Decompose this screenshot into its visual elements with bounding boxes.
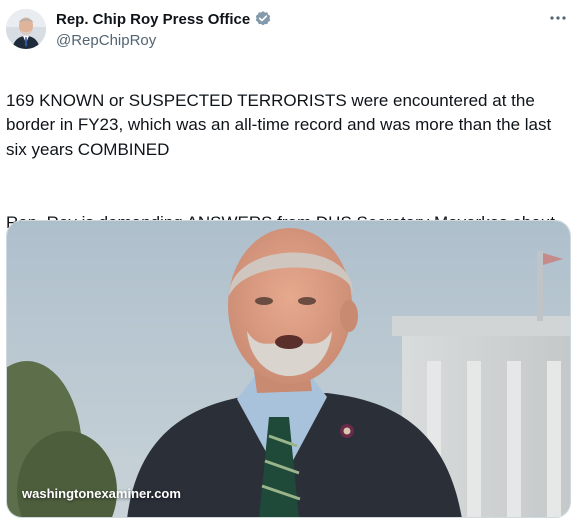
verified-badge-icon <box>254 10 272 28</box>
tweet-photo[interactable] <box>6 220 571 518</box>
tweet-paragraph-1: 169 KNOWN or SUSPECTED TERRORISTS were e… <box>6 90 552 159</box>
more-options-icon[interactable] <box>546 6 570 30</box>
author-display-name[interactable]: Rep. Chip Roy Press Office <box>56 11 250 28</box>
tweet-card[interactable]: Rep. Chip Roy Press Office @RepChipRoy 1… <box>0 0 582 525</box>
author-handle[interactable]: @RepChipRoy <box>56 32 156 49</box>
media-source-label[interactable]: washingtonexaminer.com <box>22 486 181 501</box>
author-name-row: Rep. Chip Roy Press Office <box>56 10 272 28</box>
author-avatar[interactable] <box>6 9 46 49</box>
